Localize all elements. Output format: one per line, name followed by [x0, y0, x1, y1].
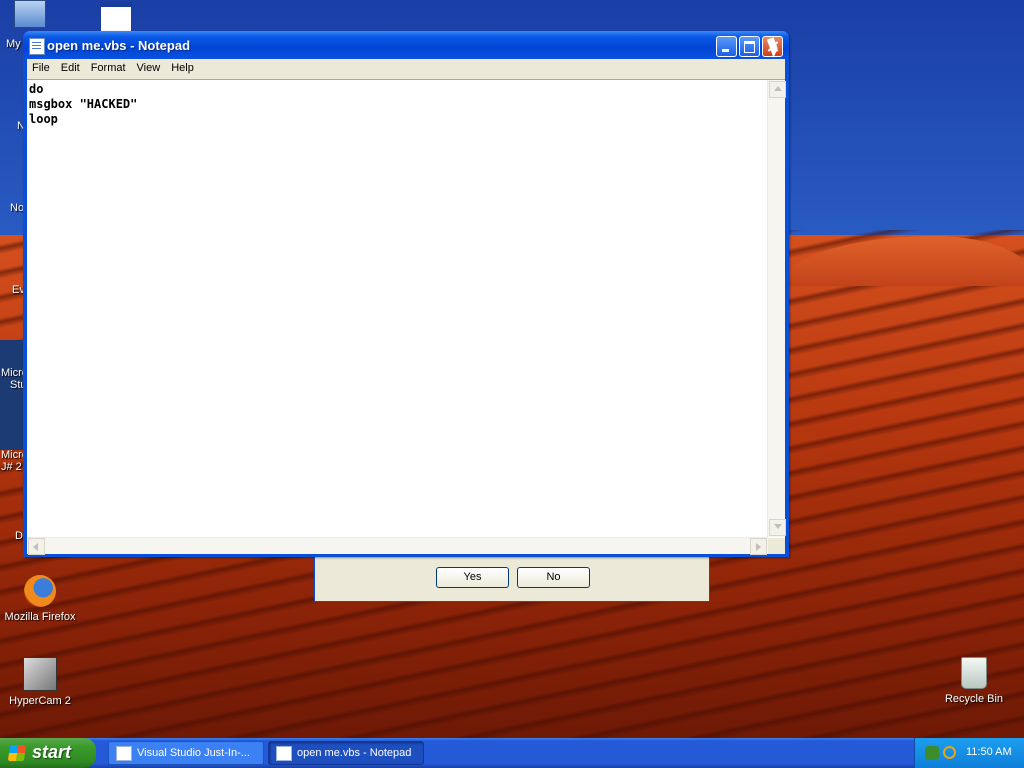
menu-help[interactable]: Help [166, 59, 200, 74]
window-icon [100, 2, 132, 34]
vertical-scrollbar[interactable] [767, 80, 786, 537]
desktop-icon-label: HyperCam 2 [9, 695, 71, 707]
arrow-left-icon [33, 543, 38, 551]
arrow-up-icon [774, 86, 782, 91]
window-title: open me.vbs - Notepad [47, 38, 191, 53]
desktop-edge-label[interactable]: My [6, 38, 21, 50]
editor-content[interactable]: do msgbox "HACKED" loop [29, 82, 767, 534]
desktop-icon-hypercam[interactable]: HyperCam 2 [0, 657, 80, 707]
resize-grip-icon[interactable] [768, 538, 785, 554]
desktop-edge-label[interactable]: D [15, 530, 23, 542]
network-icon[interactable] [925, 746, 939, 760]
desktop-icon-label: Mozilla Firefox [4, 611, 76, 623]
text-line: do [29, 82, 44, 96]
windows-logo-icon [7, 745, 27, 761]
desktop-edge-label[interactable]: No [10, 202, 24, 214]
scroll-up-button[interactable] [769, 81, 786, 98]
desktop-icon-label: Recycle Bin [944, 693, 1004, 705]
message-box: Yes No [314, 557, 710, 602]
taskbar: start Visual Studio Just-In-... open me.… [0, 738, 1024, 768]
desktop-icon-my-computer[interactable] [0, 0, 60, 32]
yes-button[interactable]: Yes [436, 567, 509, 588]
taskbar-item-label: open me.vbs - Notepad [297, 747, 412, 759]
title-bar[interactable]: open me.vbs - Notepad [23, 31, 789, 59]
camera-icon [23, 657, 57, 691]
text-area[interactable]: do msgbox "HACKED" loop [27, 79, 786, 555]
horizontal-scrollbar[interactable] [27, 537, 768, 555]
notepad-window: open me.vbs - Notepad File Edit Format View… [23, 31, 789, 557]
firefox-icon [24, 575, 56, 607]
taskbar-item-label: Visual Studio Just-In-... [137, 747, 250, 759]
desktop-icon-recycle-bin[interactable]: Recycle Bin [934, 657, 1014, 705]
start-button[interactable]: start [0, 738, 96, 768]
recycle-bin-icon [961, 657, 987, 689]
maximize-button[interactable] [739, 36, 760, 57]
arrow-down-icon [774, 524, 782, 529]
taskbar-item-notepad[interactable]: open me.vbs - Notepad [268, 741, 424, 765]
minimize-button[interactable] [716, 36, 737, 57]
menu-file[interactable]: File [27, 59, 56, 74]
system-tray: 11:50 AM [914, 738, 1024, 768]
scroll-left-button[interactable] [28, 538, 45, 555]
text-line: msgbox "HACKED" [29, 97, 138, 111]
window-icon [116, 746, 132, 761]
menu-view[interactable]: View [132, 59, 167, 74]
search-icon[interactable] [943, 746, 956, 759]
notepad-icon [276, 746, 292, 761]
menu-edit[interactable]: Edit [56, 59, 86, 74]
notepad-icon [29, 38, 45, 55]
desktop-icon-firefox[interactable]: Mozilla Firefox [0, 575, 80, 623]
text-line: loop [29, 112, 58, 126]
taskbar-item-visual-studio[interactable]: Visual Studio Just-In-... [108, 741, 264, 765]
menu-format[interactable]: Format [86, 59, 132, 74]
dune-crest [780, 236, 1024, 286]
desktop-edge-label[interactable]: J# 2 [1, 461, 22, 473]
no-button[interactable]: No [517, 567, 590, 588]
clock[interactable]: 11:50 AM [966, 746, 1012, 758]
computer-icon [14, 0, 46, 28]
scroll-down-button[interactable] [769, 519, 786, 536]
arrow-right-icon [756, 543, 761, 551]
menu-bar: File Edit Format View Help [27, 59, 785, 79]
scroll-right-button[interactable] [750, 538, 767, 555]
start-label: start [32, 742, 72, 762]
